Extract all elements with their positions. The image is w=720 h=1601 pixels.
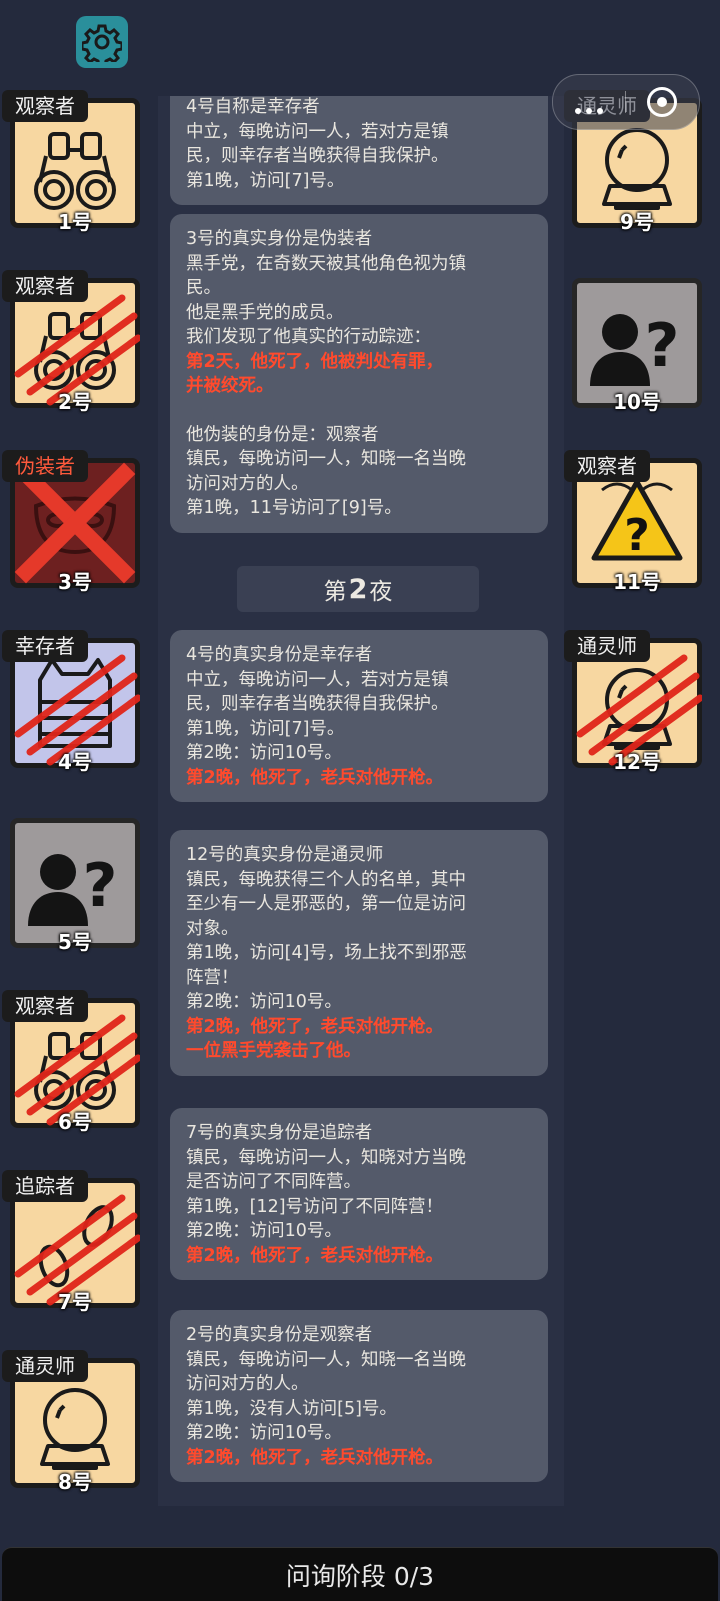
message-card: 7号的真实身份是追踪者镇民，每晚访问一人，知晓对方当晚 是否访问了不同阵营。第1晚… (170, 1108, 548, 1280)
player-card-10号[interactable]: ? 10号 (564, 270, 702, 414)
message-line: 第2晚：访问10号。 (186, 1221, 342, 1241)
player-number: 2号 (58, 390, 92, 414)
message-line: 第1晚，访问[7]号。 (186, 718, 345, 739)
message-line: 访问对方的人。 (186, 1374, 309, 1394)
message-death-line: 第2天，他死了，他被判处有罪， (186, 351, 444, 372)
player-number: 1号 (58, 210, 92, 234)
message-line: 第2晚：访问10号。 (186, 1423, 342, 1443)
message-line: 第1晚，访问[7]号。 (186, 170, 345, 191)
settings-button[interactable] (76, 16, 128, 68)
message-line: 第1晚，11号访问了[9]号。 (186, 498, 402, 518)
message-line: 镇民，每晚获得三个人的名单，其中 (186, 869, 466, 890)
message-card: 12号的真实身份是通灵师镇民，每晚获得三个人的名单，其中 至少有一人是邪恶的，第一… (170, 830, 548, 1076)
message-line: 我们发现了他真实的行动踪迹： (186, 327, 431, 347)
message-line: 12号的真实身份是通灵师 (186, 845, 384, 865)
message-line: 他是黑手党的成员。 (186, 302, 344, 323)
player-card-8号[interactable]: 通灵师 8号 (2, 1350, 140, 1494)
message-line: 3号的真实身份是伪装者 (186, 229, 373, 249)
message-death-line: 并被绞死。 (186, 376, 274, 396)
player-card-5号[interactable]: ? 5号 (2, 810, 140, 954)
message-line: 他伪装的身份是：观察者 (186, 424, 379, 445)
role-tag: 观察者 (2, 990, 88, 1022)
message-card: 2号的真实身份是观察者镇民，每晚访问一人，知晓一名当晚 访问对方的人。第1晚，没有… (170, 1310, 548, 1482)
message-line: 民，则幸存者当晚获得自我保护。 (186, 146, 449, 166)
night-prefix: 第 (323, 579, 347, 605)
message-death-line: 第2晚，他死了，老兵对他开枪。 (186, 1447, 444, 1468)
message-line: 镇民，每晚访问一人，知晓对方当晚 (186, 1147, 466, 1168)
message-line: 4号的真实身份是幸存者 (186, 645, 373, 665)
message-line: 民，则幸存者当晚获得自我保护。 (186, 694, 449, 714)
player-number: 8号 (58, 1470, 92, 1494)
message-death-line: 第2晚，他死了，老兵对他开枪。 (186, 1016, 444, 1037)
message-line: 第1晚，没有人访问[5]号。 (186, 1398, 397, 1419)
message-line: 7号的真实身份是追踪者 (186, 1123, 373, 1143)
capsule-divider (625, 91, 626, 113)
player-number: 6号 (58, 1110, 92, 1134)
night-divider: 第2夜 (237, 566, 479, 612)
role-tag: 追踪者 (2, 1170, 88, 1202)
message-card: 3号的真实身份是伪装者黑手党，在奇数天被其他角色视为镇 民。他是黑手党的成员。我们… (170, 214, 548, 533)
more-icon[interactable] (575, 99, 608, 118)
role-tag: 观察者 (2, 90, 88, 122)
message-line: 民。 (186, 278, 221, 298)
role-tag: 观察者 (2, 270, 88, 302)
player-number: 12号 (613, 750, 661, 774)
message-line: 第2晚：访问10号。 (186, 992, 342, 1012)
svg-text:?: ? (645, 311, 680, 381)
message-line: 至少有一人是邪恶的，第一位是访问 (186, 894, 466, 914)
message-line: 访问对方的人。 (186, 473, 309, 494)
message-line: 中立，每晚访问一人，若对方是镇 (186, 669, 449, 690)
player-number: 4号 (58, 750, 92, 774)
role-tag: 通灵师 (2, 1350, 88, 1382)
player-card-6号[interactable]: 观察者 6号 (2, 990, 140, 1134)
message-line: 对象。 (186, 918, 239, 939)
player-number: 5号 (58, 930, 92, 954)
role-tag: 观察者 (564, 450, 650, 482)
message-line: 第1晚，[12]号访问了不同阵营！ (186, 1196, 444, 1217)
player-card-7号[interactable]: 追踪者 7号 (2, 1170, 140, 1314)
player-number: 10号 (613, 390, 661, 414)
message-line: 黑手党，在奇数天被其他角色视为镇 (186, 253, 466, 274)
player-number: 11号 (613, 570, 661, 594)
role-tag: 通灵师 (564, 630, 650, 662)
message-card: 4号的真实身份是幸存者中立，每晚访问一人，若对方是镇 民，则幸存者当晚获得自我保护… (170, 630, 548, 802)
message-death-line: 第2晚，他死了，老兵对他开枪。 (186, 1245, 444, 1266)
player-card-2号[interactable]: 观察者 2号 (2, 270, 140, 414)
phase-bar: 问询阶段 0/3 (2, 1547, 718, 1601)
gear-icon (82, 24, 122, 62)
player-card-1号[interactable]: 观察者 1号 (2, 90, 140, 234)
night-number: 2 (348, 573, 368, 605)
player-card-12号[interactable]: 通灵师 12号 (564, 630, 702, 774)
message-line: 4号自称是幸存者 (186, 97, 320, 117)
message-line: 阵营！ (186, 967, 239, 988)
message-line: 2号的真实身份是观察者 (186, 1325, 373, 1345)
message-line: 第1晚，访问[4]号，场上找不到邪恶 (186, 943, 467, 963)
player-card-11号[interactable]: ? 观察者 11号 (564, 450, 702, 594)
message-death-line: 一位黑手党袭击了他。 (186, 1041, 361, 1061)
player-card-4号[interactable]: 幸存者 4号 (2, 630, 140, 774)
message-line: 中立，每晚访问一人，若对方是镇 (186, 121, 449, 142)
player-number: 9号 (620, 210, 654, 234)
message-death-line: 第2晚，他死了，老兵对他开枪。 (186, 767, 444, 788)
role-tag: 幸存者 (2, 630, 88, 662)
player-number: 7号 (58, 1290, 92, 1314)
message-card: 4号自称是幸存者中立，每晚访问一人，若对方是镇 民，则幸存者当晚获得自我保护。 第1… (170, 96, 548, 205)
player-card-3号[interactable]: 伪装者 3号 (2, 450, 140, 594)
message-feed[interactable]: 4号自称是幸存者 中立，每晚访问一人，若对方是镇 民，则幸存者当晚获得自我保护。 第1… (158, 96, 564, 1506)
role-tag: 伪装者 (2, 450, 88, 482)
message-line: 镇民，每晚访问一人，知晓一名当晚 (186, 449, 466, 469)
svg-text:?: ? (83, 851, 118, 921)
svg-text:?: ? (624, 510, 650, 561)
message-line: 第2晚：访问10号。 (186, 743, 342, 763)
message-line: 是否访问了不同阵营。 (186, 1172, 361, 1192)
player-number: 3号 (58, 570, 92, 594)
night-suffix: 夜 (369, 579, 393, 605)
phase-label: 问询阶段 0/3 (285, 1561, 435, 1591)
message-line: 镇民，每晚访问一人，知晓一名当晚 (186, 1349, 466, 1370)
miniprogram-capsule (552, 74, 700, 130)
close-target-icon[interactable] (647, 87, 677, 117)
